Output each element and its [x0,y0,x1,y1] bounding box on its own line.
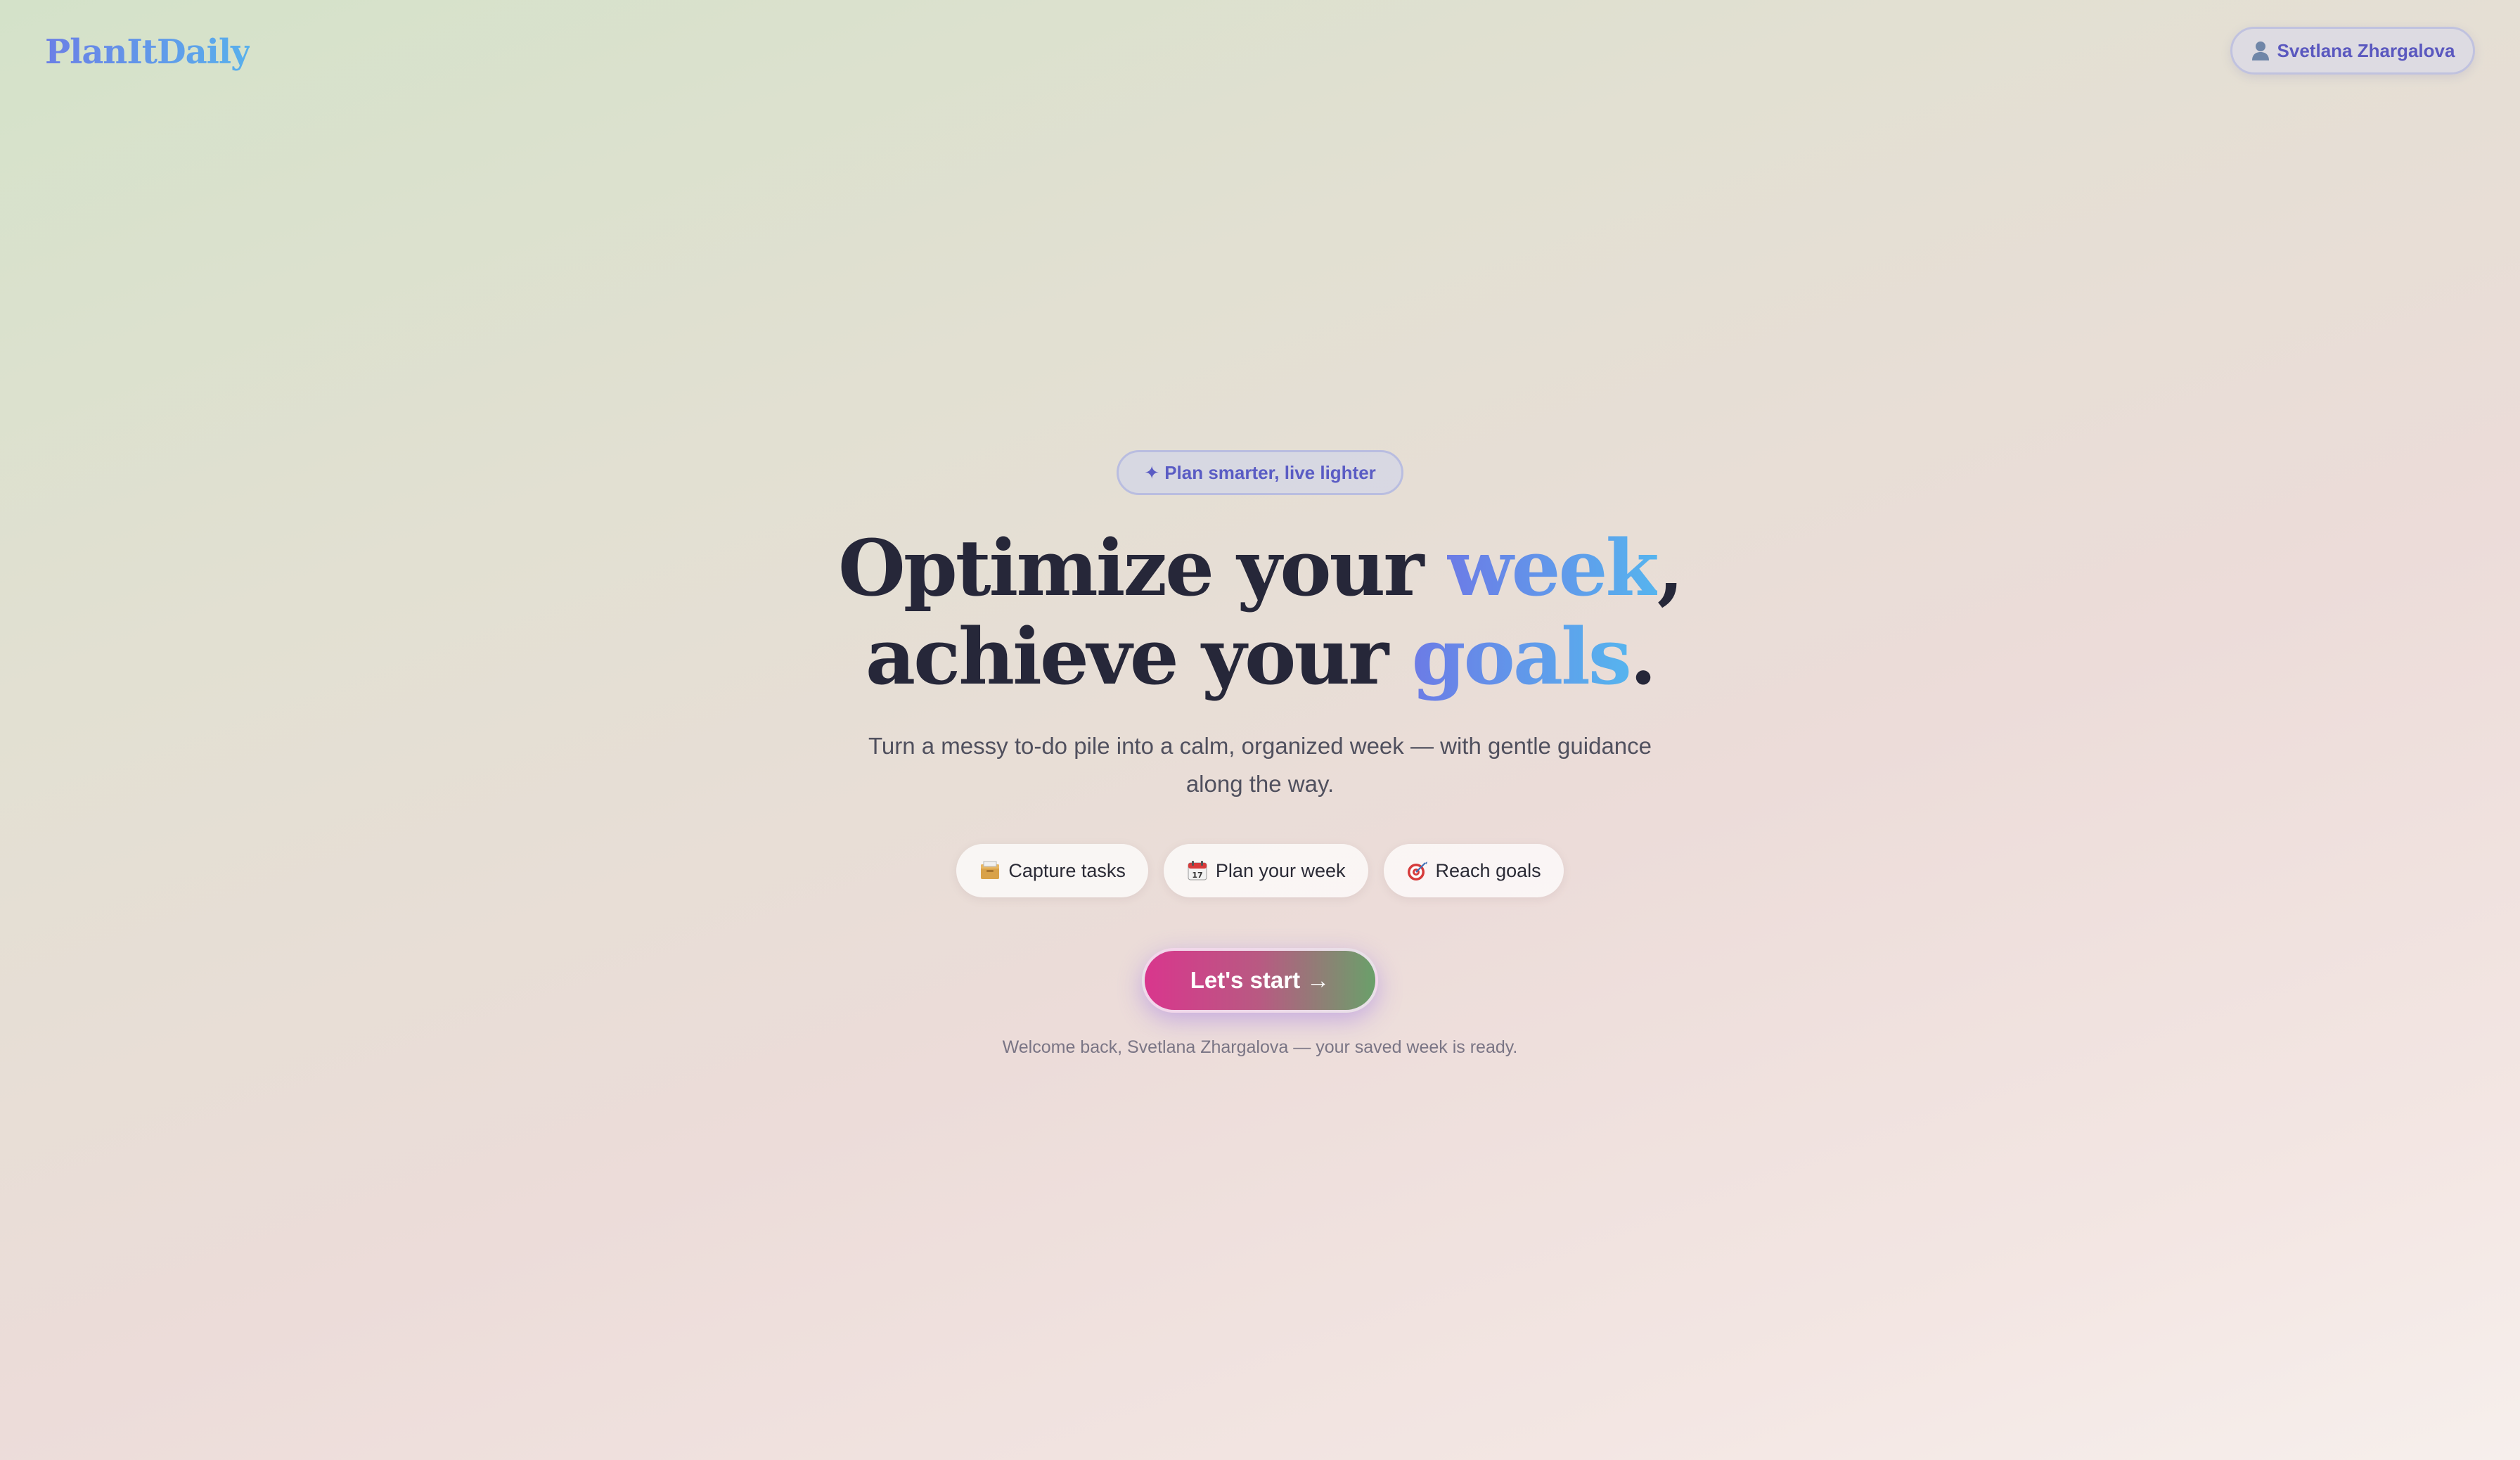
hero-headline: Optimize your week, achieve your goals. [0,524,2520,701]
chip-label: Capture tasks [1008,859,1126,881]
chip-plan-week: 17 Plan your week [1163,844,1368,897]
headline-line-1-suffix: , [1657,523,1684,613]
headline-line-2: achieve your goals. [0,613,2520,701]
headline-line-1-prefix: Optimize your [838,523,1447,613]
welcome-message: Welcome back, Svetlana Zhargalova — your… [1002,1037,1518,1057]
user-profile-button[interactable]: Svetlana Zhargalova [2230,27,2475,75]
headline-line-2-prefix: achieve your [865,611,1412,702]
card-box-icon [981,861,1000,879]
user-icon [2251,41,2269,60]
tagline-badge: ✦ Plan smarter, live lighter [1117,450,1403,495]
feature-chips: Capture tasks 17 Plan your week Reach go… [0,844,2520,897]
lets-start-button[interactable]: Let's start → [1142,948,1378,1013]
svg-text:17: 17 [1192,871,1202,880]
user-name: Svetlana Zhargalova [2277,39,2455,61]
chip-label: Plan your week [1215,859,1346,881]
logo[interactable]: PlanItDaily [45,28,250,76]
chip-label: Reach goals [1435,859,1541,881]
headline-accent-week: week [1446,523,1659,613]
headline-line-1: Optimize your week, [0,524,2520,613]
calendar-icon: 17 [1188,861,1207,881]
headline-line-2-suffix: . [1629,611,1657,702]
headline-accent-goals: goals [1411,611,1632,702]
chip-capture-tasks: Capture tasks [956,844,1148,897]
target-icon [1407,862,1427,881]
chip-reach-goals: Reach goals [1383,844,1564,897]
hero-subtitle: Turn a messy to-do pile into a calm, org… [868,733,1652,797]
